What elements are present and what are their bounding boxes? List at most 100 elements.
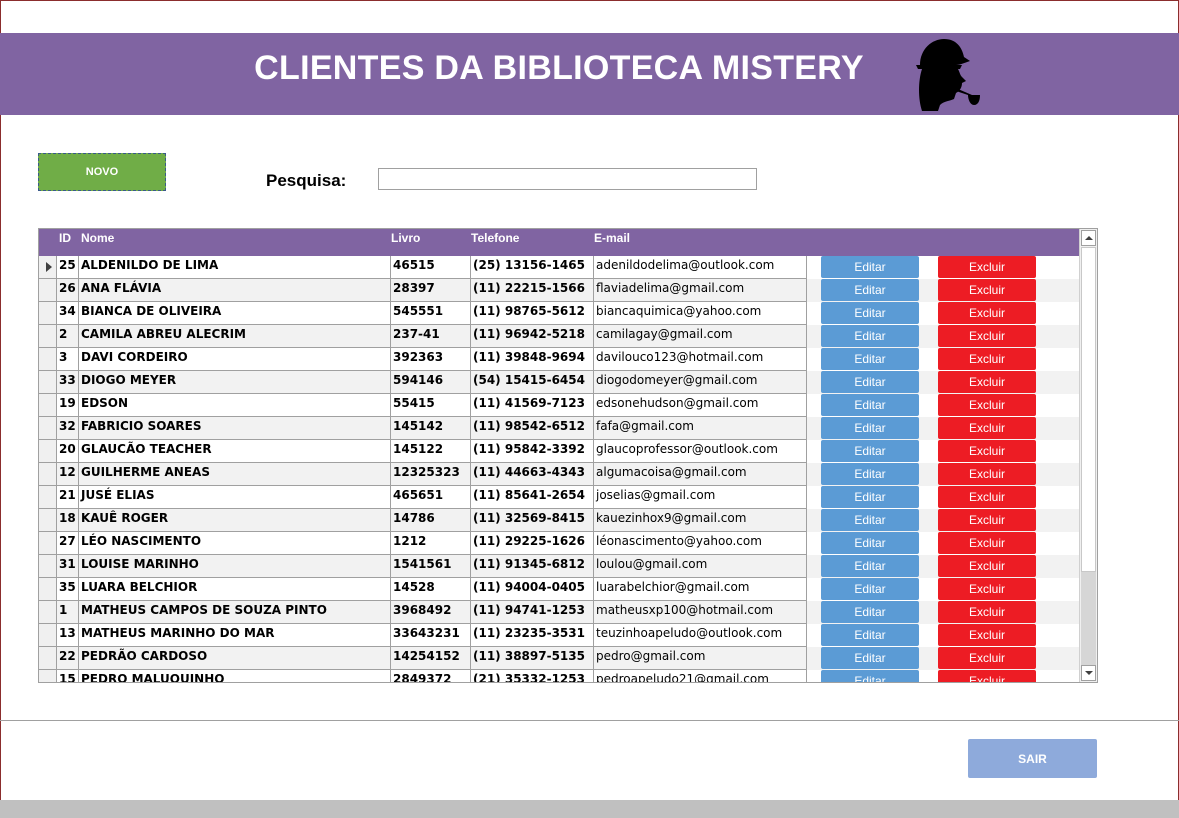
cell-email[interactable]: loulou@gmail.com [594,555,807,578]
cell-nome[interactable]: JUSÉ ELIAS [79,486,391,509]
table-row[interactable]: 26 ANA FLÁVIA 28397 (11) 22215-1566 flaviade… [39,279,1080,302]
row-header[interactable] [39,463,57,486]
cell-id[interactable]: 33 [57,371,79,394]
row-header[interactable] [39,624,57,647]
cell-livro[interactable]: 46515 [391,256,471,279]
cell-livro[interactable]: 55415 [391,394,471,417]
delete-button[interactable]: Excluir [938,670,1036,682]
cell-nome[interactable]: EDSON [79,394,391,417]
cell-id[interactable]: 35 [57,578,79,601]
cell-nome[interactable]: GUILHERME ANEAS [79,463,391,486]
edit-button[interactable]: Editar [821,440,919,462]
row-header[interactable] [39,578,57,601]
table-row[interactable]: 1 MATHEUS CAMPOS DE SOUZA PINTO 3968492 (11… [39,601,1080,624]
edit-button[interactable]: Editar [821,555,919,577]
cell-email[interactable]: joselias@gmail.com [594,486,807,509]
cell-telefone[interactable]: (11) 29225-1626 [471,532,594,555]
row-header[interactable] [39,647,57,670]
row-header[interactable] [39,509,57,532]
cell-livro[interactable]: 145122 [391,440,471,463]
cell-livro[interactable]: 594146 [391,371,471,394]
delete-button[interactable]: Excluir [938,647,1036,669]
delete-button[interactable]: Excluir [938,601,1036,623]
cell-email[interactable]: pedroapeludo21@gmail.com [594,670,807,682]
cell-telefone[interactable]: (11) 95842-3392 [471,440,594,463]
cell-telefone[interactable]: (11) 94741-1253 [471,601,594,624]
row-header[interactable] [39,417,57,440]
cell-livro[interactable]: 1212 [391,532,471,555]
delete-button[interactable]: Excluir [938,624,1036,646]
edit-button[interactable]: Editar [821,647,919,669]
cell-email[interactable]: glaucoprofessor@outlook.com [594,440,807,463]
delete-button[interactable]: Excluir [938,440,1036,462]
cell-telefone[interactable]: (11) 98765-5612 [471,302,594,325]
table-row[interactable]: 15 PEDRO MALUQUINHO 2849372 (21) 35332-1253… [39,670,1080,682]
delete-button[interactable]: Excluir [938,555,1036,577]
cell-id[interactable]: 32 [57,417,79,440]
cell-telefone[interactable]: (11) 38897-5135 [471,647,594,670]
cell-email[interactable]: léonascimento@yahoo.com [594,532,807,555]
row-header[interactable] [39,555,57,578]
edit-button[interactable]: Editar [821,624,919,646]
cell-id[interactable]: 1 [57,601,79,624]
cell-livro[interactable]: 392363 [391,348,471,371]
edit-button[interactable]: Editar [821,279,919,301]
table-row[interactable]: 13 MATHEUS MARINHO DO MAR 33643231 (11) 232… [39,624,1080,647]
search-input[interactable] [378,168,757,190]
cell-nome[interactable]: DAVI CORDEIRO [79,348,391,371]
cell-email[interactable]: flaviadelima@gmail.com [594,279,807,302]
column-header-email[interactable]: E-mail [594,231,630,245]
edit-button[interactable]: Editar [821,348,919,370]
cell-id[interactable]: 27 [57,532,79,555]
cell-nome[interactable]: ALDENILDO DE LIMA [79,256,391,279]
cell-nome[interactable]: MATHEUS MARINHO DO MAR [79,624,391,647]
cell-livro[interactable]: 14254152 [391,647,471,670]
cell-email[interactable]: davilouco123@hotmail.com [594,348,807,371]
cell-telefone[interactable]: (11) 39848-9694 [471,348,594,371]
row-header[interactable] [39,440,57,463]
delete-button[interactable]: Excluir [938,532,1036,554]
cell-nome[interactable]: PEDRÃO CARDOSO [79,647,391,670]
cell-livro[interactable]: 145142 [391,417,471,440]
cell-email[interactable]: pedro@gmail.com [594,647,807,670]
cell-telefone[interactable]: (11) 98542-6512 [471,417,594,440]
cell-email[interactable]: algumacoisa@gmail.com [594,463,807,486]
edit-button[interactable]: Editar [821,509,919,531]
table-row[interactable]: 18 KAUÊ ROGER 14786 (11) 32569-8415 kauezinh… [39,509,1080,532]
edit-button[interactable]: Editar [821,463,919,485]
table-row[interactable]: 25 ALDENILDO DE LIMA 46515 (25) 13156-1465 a… [39,256,1080,279]
cell-email[interactable]: adenildodelima@outlook.com [594,256,807,279]
cell-livro[interactable]: 1541561 [391,555,471,578]
cell-nome[interactable]: MATHEUS CAMPOS DE SOUZA PINTO [79,601,391,624]
column-header-id[interactable]: ID [59,231,71,245]
table-row[interactable]: 2 CAMILA ABREU ALECRIM 237-41 (11) 96942-52… [39,325,1080,348]
cell-id[interactable]: 2 [57,325,79,348]
cell-nome[interactable]: CAMILA ABREU ALECRIM [79,325,391,348]
edit-button[interactable]: Editar [821,578,919,600]
delete-button[interactable]: Excluir [938,417,1036,439]
cell-email[interactable]: camilagay@gmail.com [594,325,807,348]
cell-telefone[interactable]: (11) 91345-6812 [471,555,594,578]
cell-nome[interactable]: FABRICIO SOARES [79,417,391,440]
row-header[interactable] [39,394,57,417]
cell-email[interactable]: matheusxp100@hotmail.com [594,601,807,624]
cell-telefone[interactable]: (25) 13156-1465 [471,256,594,279]
cell-telefone[interactable]: (11) 85641-2654 [471,486,594,509]
cell-livro[interactable]: 28397 [391,279,471,302]
row-header[interactable] [39,348,57,371]
edit-button[interactable]: Editar [821,302,919,324]
edit-button[interactable]: Editar [821,394,919,416]
table-row[interactable]: 32 FABRICIO SOARES 145142 (11) 98542-6512 fa… [39,417,1080,440]
row-header[interactable] [39,601,57,624]
delete-button[interactable]: Excluir [938,279,1036,301]
cell-livro[interactable]: 545551 [391,302,471,325]
edit-button[interactable]: Editar [821,325,919,347]
delete-button[interactable]: Excluir [938,463,1036,485]
cell-email[interactable]: teuzinhoapeludo@outlook.com [594,624,807,647]
cell-telefone[interactable]: (11) 22215-1566 [471,279,594,302]
vertical-scrollbar[interactable] [1079,229,1097,682]
edit-button[interactable]: Editar [821,601,919,623]
cell-telefone[interactable]: (11) 44663-4343 [471,463,594,486]
cell-id[interactable]: 18 [57,509,79,532]
scroll-up-button[interactable] [1081,230,1096,246]
